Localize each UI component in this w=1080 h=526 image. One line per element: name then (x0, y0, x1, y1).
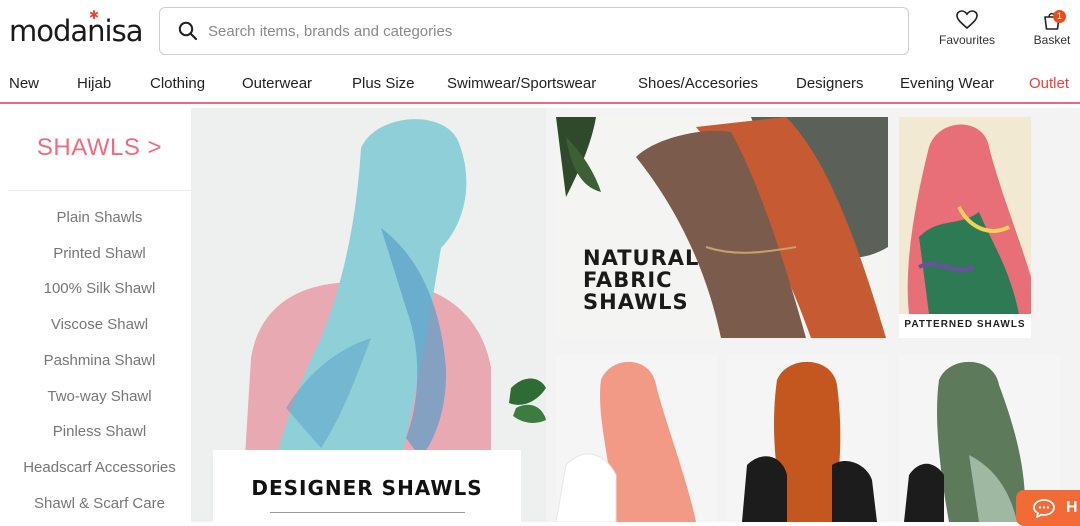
chat-bubble-icon (1033, 499, 1055, 518)
search-input[interactable] (208, 18, 888, 44)
nav-item-outerwear[interactable]: Outerwear (242, 75, 312, 92)
sidebar-item-headscarf-accessories[interactable]: Headscarf Accessories (8, 459, 191, 476)
live-chat-button[interactable]: H (1016, 490, 1080, 526)
product-tile-rust-shawl[interactable] (727, 355, 888, 522)
favourites-button[interactable]: Favourites (936, 10, 998, 47)
nav-item-hijab[interactable]: Hijab (77, 75, 111, 92)
patterned-model-photo (899, 117, 1031, 314)
nav-item-evening-wear[interactable]: Evening Wear (900, 75, 994, 92)
category-sidebar: SHAWLS > Plain Shawls Printed Shawl 100%… (8, 108, 191, 522)
nav-item-outlet[interactable]: Outlet (1029, 75, 1069, 92)
logo[interactable]: modanisa ✱ (9, 8, 143, 48)
natural-fabric-title: NATURAL FABRIC SHAWLS (583, 247, 699, 313)
header: modanisa ✱ Favourites 1 Basket (0, 0, 1080, 66)
designer-shawls-title: DESIGNER SHAWLS (251, 476, 483, 500)
nav-item-designers[interactable]: Designers (796, 75, 864, 92)
natural-title-line-3: SHAWLS (583, 290, 689, 314)
heart-icon (956, 10, 978, 30)
product-tile-pink-shawl[interactable] (556, 355, 717, 522)
pink-shawl-model-photo (556, 355, 717, 522)
chat-label: H (1066, 499, 1078, 516)
sidebar-title[interactable]: SHAWLS > (8, 108, 191, 191)
basket-button[interactable]: 1 Basket (1027, 10, 1077, 47)
designer-shawls-label-box: DESIGNER SHAWLS (213, 450, 521, 522)
logo-star-icon: ✱ (89, 8, 99, 22)
rust-shawl-model-photo (727, 355, 888, 522)
search-icon[interactable] (178, 21, 198, 41)
logo-text: modanisa (9, 14, 143, 48)
sidebar-item-plain-shawls[interactable]: Plain Shawls (8, 209, 191, 226)
basket-count-badge: 1 (1053, 10, 1066, 23)
natural-title-line-1: NATURAL (583, 246, 700, 270)
favourites-label: Favourites (938, 33, 996, 47)
nav-item-shoes[interactable]: Shoes/Accesories (638, 75, 758, 92)
basket-label: Basket (1033, 33, 1071, 47)
main-nav: New Hijab Clothing Outerwear Plus Size S… (0, 66, 1080, 104)
natural-fabric-shawls-banner[interactable]: NATURAL FABRIC SHAWLS (556, 117, 888, 338)
sidebar-item-printed-shawl[interactable]: Printed Shawl (8, 245, 191, 262)
sidebar-item-two-way-shawl[interactable]: Two-way Shawl (8, 388, 191, 405)
sidebar-item-pinless-shawl[interactable]: Pinless Shawl (8, 423, 191, 440)
search-bar[interactable] (159, 7, 909, 55)
natural-title-line-2: FABRIC (583, 268, 673, 292)
sidebar-item-pashmina-shawl[interactable]: Pashmina Shawl (8, 352, 191, 369)
sidebar-item-viscose-shawl[interactable]: Viscose Shawl (8, 316, 191, 333)
nav-item-clothing[interactable]: Clothing (150, 75, 205, 92)
nav-item-swimwear[interactable]: Swimwear/Sportswear (447, 75, 596, 92)
nav-item-new[interactable]: New (9, 75, 39, 92)
sidebar-item-silk-shawl[interactable]: 100% Silk Shawl (8, 280, 191, 297)
nav-item-plus-size[interactable]: Plus Size (352, 75, 415, 92)
patterned-shawls-banner[interactable]: PATTERNED SHAWLS (899, 117, 1031, 338)
designer-shawls-banner[interactable]: DESIGNER SHAWLS (191, 108, 546, 522)
title-underline (270, 512, 465, 513)
patterned-shawls-title: PATTERNED SHAWLS (899, 314, 1031, 338)
sidebar-item-shawl-care[interactable]: Shawl & Scarf Care (8, 495, 191, 512)
